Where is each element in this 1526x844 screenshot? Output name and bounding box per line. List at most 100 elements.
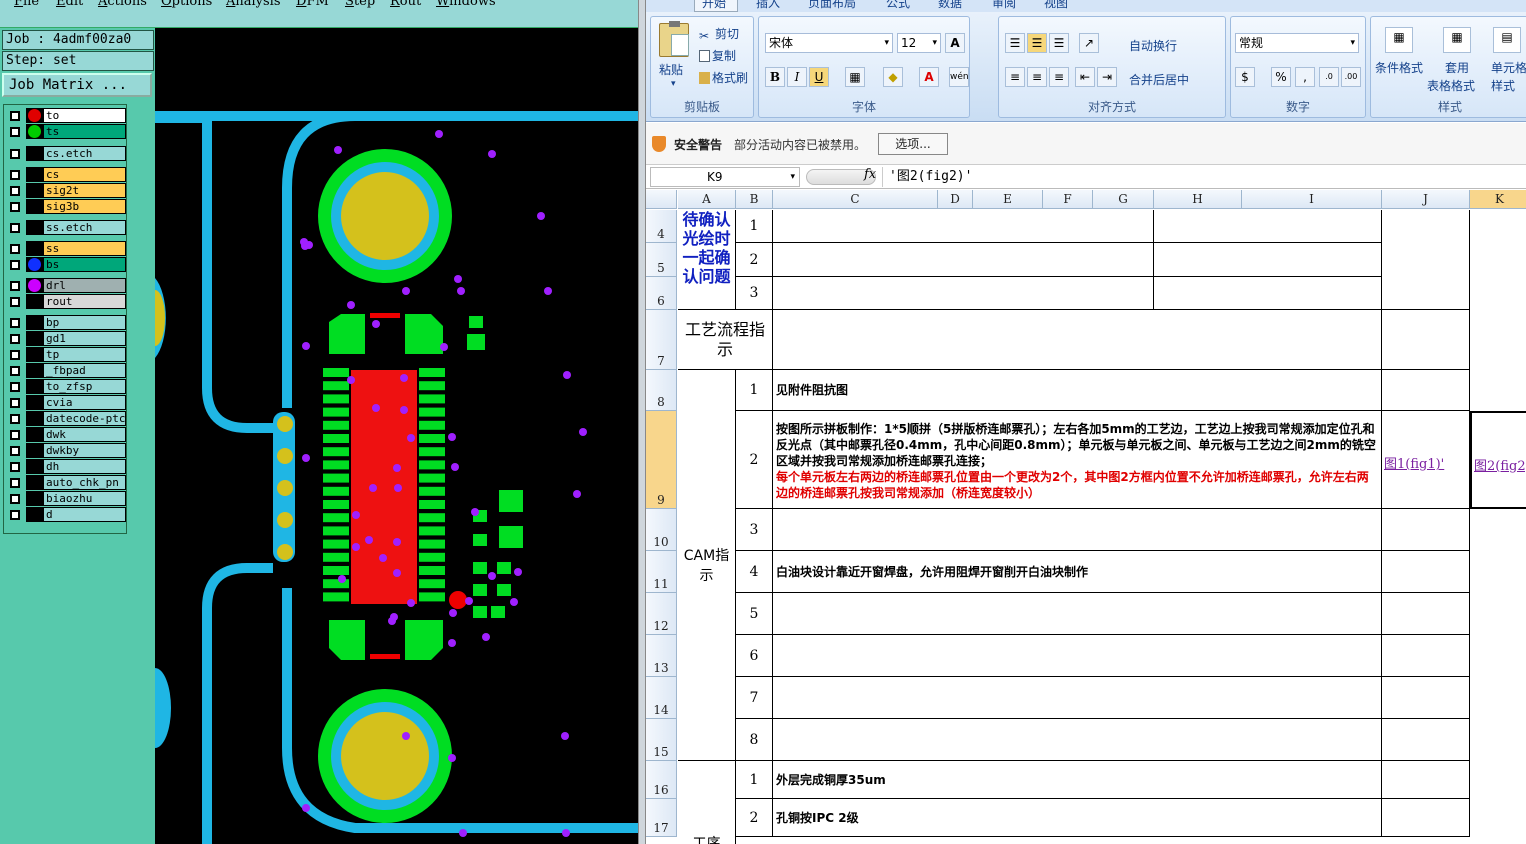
row-header[interactable]: 10 bbox=[646, 509, 677, 551]
layer-checkbox[interactable] bbox=[10, 366, 20, 376]
layer-checkbox[interactable] bbox=[10, 382, 20, 392]
link-fig1[interactable]: 图1(fig1)' bbox=[1382, 411, 1470, 509]
layer-color-swatch[interactable] bbox=[26, 443, 43, 458]
merge-center-button[interactable]: 合并后居中 bbox=[1129, 71, 1189, 88]
cell[interactable] bbox=[773, 593, 1382, 635]
cell[interactable] bbox=[773, 310, 1382, 370]
layer-row[interactable]: sig3b bbox=[6, 199, 126, 214]
layer-color-swatch[interactable] bbox=[26, 395, 43, 410]
row-header[interactable]: 17 bbox=[646, 799, 677, 837]
layer-color-swatch[interactable] bbox=[26, 315, 43, 330]
tab-view[interactable]: 视图 bbox=[1044, 0, 1068, 11]
layer-row[interactable]: auto_chk_pn bbox=[6, 475, 126, 490]
section-cam[interactable]: CAM指示 bbox=[678, 370, 736, 761]
layer-name[interactable]: dh bbox=[43, 459, 126, 474]
cam-instruction-cell[interactable]: 白油块设计靠近开窗焊盘，允许用阻焊开窗削开白油块制作 bbox=[773, 551, 1382, 593]
align-middle-icon[interactable]: ☰ bbox=[1027, 33, 1047, 53]
row-header[interactable]: 4 bbox=[646, 210, 677, 243]
item-number[interactable]: 5 bbox=[736, 593, 773, 635]
tab-formulas[interactable]: 公式 bbox=[886, 0, 910, 11]
item-number[interactable]: 6 bbox=[736, 635, 773, 677]
layer-checkbox[interactable] bbox=[10, 111, 20, 121]
cell[interactable] bbox=[773, 635, 1382, 677]
column-header[interactable]: G bbox=[1093, 190, 1154, 209]
menu-step[interactable]: Step bbox=[345, 0, 375, 9]
increase-indent-icon[interactable]: ⇥ bbox=[1097, 67, 1117, 87]
layer-name[interactable]: bs bbox=[43, 257, 126, 272]
cam-instruction-panel[interactable]: 按图所示拼板制作：1*5顺拼（5拼版桥连邮票孔）；左右各加5mm的工艺边，工艺边… bbox=[773, 411, 1382, 509]
item-number[interactable]: 3 bbox=[736, 509, 773, 551]
menu-edit[interactable]: Edit bbox=[56, 0, 83, 9]
percent-icon[interactable]: % bbox=[1271, 67, 1291, 87]
currency-icon[interactable]: $ bbox=[1235, 67, 1255, 87]
layer-color-swatch[interactable] bbox=[26, 427, 43, 442]
column-header[interactable]: E bbox=[973, 190, 1043, 209]
cell[interactable] bbox=[1154, 277, 1382, 310]
layer-name[interactable]: ts bbox=[43, 124, 126, 139]
row-header[interactable]: 15 bbox=[646, 719, 677, 761]
layer-row[interactable]: to_zfsp bbox=[6, 379, 126, 394]
layer-name[interactable]: sig3b bbox=[43, 199, 126, 214]
layer-checkbox[interactable] bbox=[10, 244, 20, 254]
layer-color-swatch[interactable] bbox=[26, 411, 43, 426]
column-header[interactable]: A bbox=[678, 190, 736, 209]
tab-home[interactable]: 开始 bbox=[702, 0, 726, 11]
layer-name[interactable]: sig2t bbox=[43, 183, 126, 198]
layer-color-swatch[interactable] bbox=[26, 167, 43, 182]
column-header[interactable]: D bbox=[938, 190, 973, 209]
row-header[interactable]: 9 bbox=[646, 411, 677, 509]
item-number[interactable]: 8 bbox=[736, 719, 773, 761]
layer-row[interactable]: rout bbox=[6, 294, 126, 309]
borders-icon[interactable]: ▦ bbox=[845, 67, 865, 87]
layer-name[interactable]: d bbox=[43, 507, 126, 522]
layer-checkbox[interactable] bbox=[10, 478, 20, 488]
layer-checkbox[interactable] bbox=[10, 334, 20, 344]
layer-name[interactable]: cs.etch bbox=[43, 146, 126, 161]
row-header[interactable]: 13 bbox=[646, 635, 677, 677]
item-number[interactable]: 3 bbox=[736, 277, 773, 310]
tab-page-layout[interactable]: 页面布局 bbox=[808, 0, 856, 11]
layer-row[interactable]: cs bbox=[6, 167, 126, 182]
link-fig2-selected-cell[interactable]: 图2(fig2)' bbox=[1470, 411, 1526, 509]
section-process2[interactable]: 工序 bbox=[678, 761, 736, 844]
layer-row[interactable]: sig2t bbox=[6, 183, 126, 198]
align-left-icon[interactable]: ≡ bbox=[1005, 67, 1025, 87]
layer-checkbox[interactable] bbox=[10, 510, 20, 520]
decrease-indent-icon[interactable]: ⇤ bbox=[1075, 67, 1095, 87]
orientation-icon[interactable]: ↗ bbox=[1079, 33, 1099, 53]
layer-color-swatch[interactable] bbox=[26, 331, 43, 346]
row-header[interactable]: 7 bbox=[646, 310, 677, 370]
layer-checkbox[interactable] bbox=[10, 430, 20, 440]
cut-button[interactable]: ✂ 剪切 bbox=[699, 25, 739, 43]
function-icon[interactable]: fx bbox=[864, 167, 876, 182]
column-header[interactable]: C bbox=[773, 190, 938, 209]
cell-hole-copper[interactable]: 孔铜按IPC 2级 bbox=[773, 799, 1382, 837]
window-splitter[interactable] bbox=[638, 0, 646, 844]
menu-file[interactable]: File bbox=[14, 0, 39, 9]
cell[interactable] bbox=[1382, 635, 1470, 677]
tab-insert[interactable]: 插入 bbox=[756, 0, 780, 11]
layer-row[interactable]: dh bbox=[6, 459, 126, 474]
layer-name[interactable]: datecode-ptc bbox=[43, 411, 126, 426]
cell[interactable] bbox=[1382, 677, 1470, 719]
cell[interactable] bbox=[1382, 370, 1470, 411]
menu-rout[interactable]: Rout bbox=[390, 0, 421, 9]
section-confirm[interactable]: 待确认光绘时一起确认问题 bbox=[678, 210, 736, 310]
conditional-format-button[interactable]: 条件格式 bbox=[1375, 59, 1423, 76]
cell[interactable] bbox=[1382, 210, 1470, 310]
layer-name[interactable]: ss bbox=[43, 241, 126, 256]
cell[interactable] bbox=[1382, 551, 1470, 593]
row-header[interactable]: 5 bbox=[646, 243, 677, 277]
layer-name[interactable]: rout bbox=[43, 294, 126, 309]
layer-row[interactable]: ts bbox=[6, 124, 126, 139]
align-center-icon[interactable]: ≡ bbox=[1027, 67, 1047, 87]
cell-copper-thickness[interactable]: 外层完成铜厚35um bbox=[773, 761, 1382, 799]
align-bottom-icon[interactable]: ☰ bbox=[1049, 33, 1069, 53]
section-process[interactable]: 工艺流程指示 bbox=[678, 310, 773, 370]
layer-row[interactable]: cvia bbox=[6, 395, 126, 410]
item-number[interactable]: 1 bbox=[736, 761, 773, 799]
layer-checkbox[interactable] bbox=[10, 350, 20, 360]
cell[interactable] bbox=[1382, 593, 1470, 635]
grow-font-button[interactable]: A bbox=[945, 33, 965, 53]
tab-review[interactable]: 审阅 bbox=[992, 0, 1016, 11]
